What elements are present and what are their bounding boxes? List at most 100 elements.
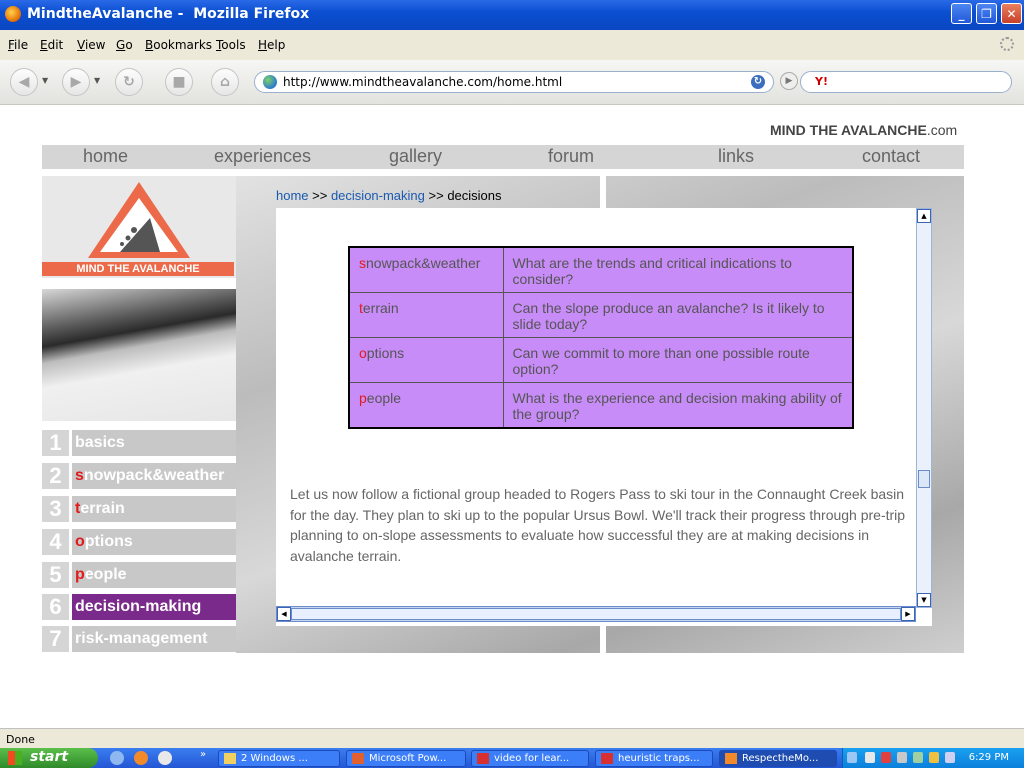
firefox-icon: [725, 753, 737, 764]
body-paragraph: Let us now follow a fictional group head…: [290, 486, 906, 564]
home-button[interactable]: ⌂: [211, 68, 239, 96]
horizontal-scrollbar[interactable]: ◀ ▶: [276, 606, 916, 622]
navigation-toolbar: ◀ ▼ ▶ ▼ ↻ ■ ⌂ http://www.mindtheavalanch…: [0, 60, 1024, 105]
scroll-down-icon[interactable]: ▼: [917, 593, 931, 607]
menu-view[interactable]: View: [77, 38, 105, 52]
breadcrumb-home-link[interactable]: home: [276, 188, 309, 203]
windows-flag-icon: [8, 751, 22, 765]
tray-app-icon[interactable]: [913, 752, 923, 763]
network-icon[interactable]: [865, 752, 875, 763]
search-box[interactable]: Y!: [800, 71, 1012, 93]
taskbar-button-video[interactable]: video for lear...: [471, 750, 589, 767]
volume-icon[interactable]: [897, 752, 907, 763]
reload-button[interactable]: ↻: [115, 68, 143, 96]
show-desktop-icon[interactable]: [110, 751, 124, 765]
back-button[interactable]: ◀: [10, 68, 38, 96]
yahoo-search-icon[interactable]: Y!: [815, 75, 828, 88]
menu-bar: File Edit View Go Bookmarks Tools Help: [0, 30, 1024, 60]
breadcrumb: home >> decision-making >> decisions: [276, 188, 502, 203]
menu-help[interactable]: Help: [258, 38, 285, 52]
forward-dropdown-icon[interactable]: ▼: [94, 76, 100, 85]
taskbar-button-heuristic[interactable]: heuristic traps...: [595, 750, 713, 767]
firefox-quicklaunch-icon[interactable]: [134, 751, 148, 765]
battery-icon[interactable]: [929, 752, 939, 763]
pdf-icon: [601, 753, 613, 764]
table-row: terrain Can the slope produce an avalanc…: [348, 292, 854, 338]
tray-misc-icon[interactable]: [945, 752, 955, 763]
security-icon[interactable]: [881, 752, 891, 763]
vertical-scroll-thumb[interactable]: [918, 470, 930, 488]
nav-home[interactable]: home: [83, 146, 128, 167]
stop-button[interactable]: ■: [165, 68, 193, 96]
table-row: options Can we commit to more than one p…: [348, 337, 854, 383]
breadcrumb-decision-making-link[interactable]: decision-making: [331, 188, 425, 203]
taskbar-button-powerpoint[interactable]: Microsoft Pow...: [346, 750, 466, 767]
forward-button[interactable]: ▶: [62, 68, 90, 96]
table-row: snowpack&weather What are the trends and…: [348, 246, 854, 293]
go-button[interactable]: ▶: [780, 72, 798, 90]
window-titlebar[interactable]: MindtheAvalanche - Mozilla Firefox _ ❐ ✕: [0, 0, 1024, 30]
clock: 6:29 PM: [968, 752, 1009, 763]
sidebar-item-terrain[interactable]: 3 terrain: [42, 496, 236, 522]
address-bar[interactable]: http://www.mindtheavalanche.com/home.htm…: [254, 71, 774, 93]
restore-button[interactable]: ❐: [976, 3, 997, 24]
status-text: Done: [6, 733, 35, 746]
nav-experiences[interactable]: experiences: [214, 146, 311, 167]
site-logo[interactable]: MIND THE AVALANCHE: [42, 176, 236, 278]
scroll-left-icon[interactable]: ◀: [277, 607, 291, 621]
pdf-icon: [477, 753, 489, 764]
menu-edit[interactable]: Edit: [40, 38, 63, 52]
close-button[interactable]: ✕: [1001, 3, 1022, 24]
table-cell-question: Can the slope produce an avalanche? Is i…: [502, 292, 854, 338]
menu-file[interactable]: File: [8, 38, 28, 52]
menu-tools[interactable]: Tools: [216, 38, 246, 52]
vertical-scrollbar[interactable]: ▲ ▼: [916, 208, 932, 608]
loading-throbber-icon: [1000, 37, 1014, 51]
decision-table: snowpack&weather What are the trends and…: [348, 246, 854, 429]
sidebar-item-risk-management[interactable]: 7 risk-management: [42, 626, 236, 652]
table-row: people What is the experience and decisi…: [348, 382, 854, 429]
start-button[interactable]: start: [0, 748, 98, 768]
windows-taskbar: start » 2 Windows ... Microsoft Pow... v…: [0, 748, 1024, 768]
nav-contact[interactable]: contact: [862, 146, 920, 167]
scroll-up-icon[interactable]: ▲: [917, 209, 931, 223]
table-cell-topic: terrain: [348, 292, 504, 338]
go-refresh-icon[interactable]: ↻: [751, 75, 765, 89]
nav-gallery[interactable]: gallery: [389, 146, 442, 167]
powerpoint-icon: [352, 753, 364, 764]
menu-bookmarks[interactable]: Bookmarks: [145, 38, 212, 52]
sidebar-item-basics[interactable]: 1 basics: [42, 430, 236, 456]
avalanche-warning-icon: [88, 182, 190, 258]
scroll-right-icon[interactable]: ▶: [901, 607, 915, 621]
status-bar: Done: [0, 728, 1024, 749]
top-navigation: home experiences gallery forum links con…: [42, 145, 964, 169]
logo-text: MIND THE AVALANCHE: [42, 262, 234, 276]
table-cell-question: Can we commit to more than one possible …: [502, 337, 854, 383]
back-dropdown-icon[interactable]: ▼: [42, 76, 48, 85]
sidebar-item-people[interactable]: 5 people: [42, 562, 236, 588]
system-tray: 6:29 PM: [842, 748, 1024, 768]
site-brand: MIND THE AVALANCHE.com: [770, 122, 958, 138]
sidebar-item-options[interactable]: 4 options: [42, 529, 236, 555]
site-globe-icon: [263, 75, 277, 89]
minimize-button[interactable]: _: [951, 3, 972, 24]
table-cell-topic: options: [348, 337, 504, 383]
nav-links[interactable]: links: [718, 146, 754, 167]
url-text[interactable]: http://www.mindtheavalanche.com/home.htm…: [283, 75, 562, 89]
table-cell-question: What are the trends and critical indicat…: [502, 246, 854, 293]
sidebar-item-decision-making[interactable]: 6 decision-making: [42, 594, 236, 620]
taskbar-button-windows[interactable]: 2 Windows ...: [218, 750, 340, 767]
media-quicklaunch-icon[interactable]: [158, 751, 172, 765]
table-cell-topic: people: [348, 382, 504, 429]
firefox-icon: [5, 6, 21, 22]
window-title: MindtheAvalanche - Mozilla Firefox: [27, 6, 310, 22]
horizontal-scroll-thumb[interactable]: [291, 608, 901, 620]
mountain-photo: [42, 289, 236, 421]
tray-expand-icon[interactable]: [847, 752, 857, 763]
taskbar-button-firefox[interactable]: RespectheMo...: [719, 750, 837, 767]
menu-go[interactable]: Go: [116, 38, 133, 52]
table-cell-question: What is the experience and decision maki…: [502, 382, 854, 429]
sidebar-item-snowpack-weather[interactable]: 2 snowpack&weather: [42, 463, 236, 489]
quicklaunch-more-icon[interactable]: »: [200, 749, 206, 760]
nav-forum[interactable]: forum: [548, 146, 594, 167]
